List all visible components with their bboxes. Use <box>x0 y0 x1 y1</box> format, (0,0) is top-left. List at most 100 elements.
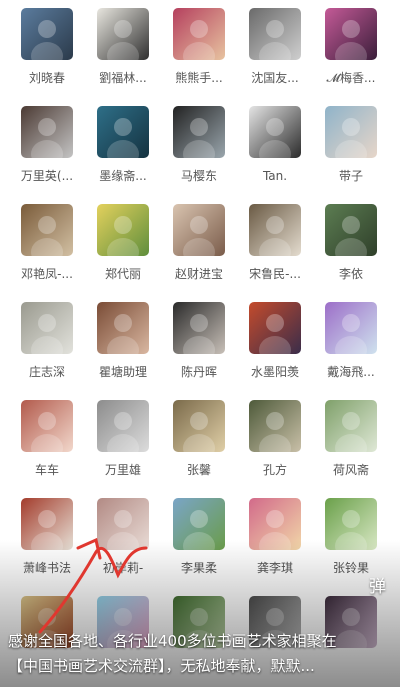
member-item[interactable]: 劉福林... <box>93 8 153 106</box>
member-item[interactable]: 万里雄 <box>93 400 153 498</box>
member-item[interactable]: 张馨 <box>169 400 229 498</box>
member-item[interactable]: 车车 <box>17 400 77 498</box>
avatar[interactable] <box>325 498 377 550</box>
member-name: 陈丹晖 <box>180 365 217 379</box>
avatar-figure-icon <box>259 20 291 60</box>
avatar[interactable] <box>249 8 301 60</box>
avatar[interactable] <box>21 106 73 158</box>
avatar[interactable] <box>249 498 301 550</box>
avatar[interactable] <box>249 106 301 158</box>
avatar[interactable] <box>21 498 73 550</box>
avatar[interactable] <box>97 302 149 354</box>
member-name: 墨缘斋... <box>99 169 147 183</box>
avatar[interactable] <box>249 400 301 452</box>
avatar[interactable] <box>97 400 149 452</box>
member-item[interactable]: 马樱东 <box>169 106 229 204</box>
member-item[interactable]: Tan. <box>245 106 305 204</box>
avatar[interactable] <box>249 302 301 354</box>
member-item[interactable]: 龚李琪 <box>245 498 305 596</box>
member-name: 张馨 <box>186 463 211 477</box>
avatar-figure-icon <box>183 510 215 550</box>
avatar[interactable] <box>325 204 377 256</box>
member-name: 戴海飛... <box>327 365 375 379</box>
avatar-figure-icon <box>107 412 139 452</box>
member-name: 李依 <box>338 267 363 281</box>
avatar[interactable] <box>97 204 149 256</box>
avatar-figure-icon <box>107 510 139 550</box>
member-name: 带子 <box>338 169 363 183</box>
member-item[interactable]: 瞿塘助理 <box>93 302 153 400</box>
member-item[interactable]: 陈丹晖 <box>169 302 229 400</box>
member-item[interactable]: 李依 <box>321 204 381 302</box>
member-grid: 刘晓春 劉福林... 熊熊手... 沈国友... 𝓜梅香... 万里英(... 墨缘斋...… <box>17 8 381 694</box>
avatar[interactable] <box>97 106 149 158</box>
member-name: 邓艳凤-... <box>21 267 73 281</box>
member-item[interactable]: 李果柔 <box>169 498 229 596</box>
avatar-figure-icon <box>183 412 215 452</box>
avatar[interactable] <box>173 400 225 452</box>
member-item[interactable]: 水墨阳羡 <box>245 302 305 400</box>
member-item[interactable]: 刘晓春 <box>17 8 77 106</box>
danmaku-toggle[interactable]: 弹 <box>369 572 386 597</box>
member-name: 孔方 <box>262 463 287 477</box>
member-name: 萧峰书法 <box>22 561 71 575</box>
avatar[interactable] <box>325 400 377 452</box>
member-name: 沈国友... <box>251 71 299 85</box>
avatar[interactable] <box>325 302 377 354</box>
member-item[interactable]: 戴海飛... <box>321 302 381 400</box>
member-name: 马樱东 <box>180 169 217 183</box>
member-item[interactable]: 初岸莉- <box>93 498 153 596</box>
avatar[interactable] <box>249 204 301 256</box>
member-item[interactable]: 萧峰书法 <box>17 498 77 596</box>
member-item[interactable]: 孔方 <box>245 400 305 498</box>
member-name: 熊熊手... <box>175 71 223 85</box>
member-name: 𝓜梅香... <box>326 71 376 85</box>
avatar-figure-icon <box>107 118 139 158</box>
caption-line-1: 感谢全国各地、各行业400多位书画艺术家相聚在 <box>8 632 337 650</box>
avatar[interactable] <box>21 302 73 354</box>
avatar[interactable] <box>325 8 377 60</box>
avatar[interactable] <box>173 8 225 60</box>
avatar[interactable] <box>21 8 73 60</box>
member-name: 刘晓春 <box>28 71 65 85</box>
member-item[interactable]: 𝓜梅香... <box>321 8 381 106</box>
avatar-figure-icon <box>31 216 63 256</box>
member-item[interactable]: 墨缘斋... <box>93 106 153 204</box>
member-item[interactable]: 带子 <box>321 106 381 204</box>
member-item[interactable]: 沈国友... <box>245 8 305 106</box>
member-name: 郑代丽 <box>104 267 141 281</box>
member-item[interactable]: 邓艳凤-... <box>17 204 77 302</box>
avatar-figure-icon <box>259 510 291 550</box>
avatar[interactable] <box>21 400 73 452</box>
member-item[interactable]: 宋鲁民-... <box>245 204 305 302</box>
avatar[interactable] <box>21 204 73 256</box>
member-name: 瞿塘助理 <box>98 365 147 379</box>
avatar-figure-icon <box>107 20 139 60</box>
member-name: Tan. <box>262 169 288 183</box>
member-name: 赵财进宝 <box>174 267 223 281</box>
avatar-figure-icon <box>183 20 215 60</box>
avatar-figure-icon <box>183 118 215 158</box>
member-item[interactable]: 庄志深 <box>17 302 77 400</box>
avatar[interactable] <box>173 498 225 550</box>
member-item[interactable]: 熊熊手... <box>169 8 229 106</box>
member-name: 庄志深 <box>28 365 65 379</box>
avatar-figure-icon <box>107 314 139 354</box>
member-item[interactable]: 赵财进宝 <box>169 204 229 302</box>
avatar[interactable] <box>173 204 225 256</box>
member-item[interactable]: 郑代丽 <box>93 204 153 302</box>
avatar-figure-icon <box>335 314 367 354</box>
avatar[interactable] <box>173 106 225 158</box>
member-name: 万里雄 <box>104 463 141 477</box>
member-item[interactable]: 荷风斋 <box>321 400 381 498</box>
avatar-figure-icon <box>259 118 291 158</box>
avatar-figure-icon <box>335 216 367 256</box>
avatar-figure-icon <box>183 216 215 256</box>
avatar[interactable] <box>97 498 149 550</box>
avatar[interactable] <box>325 106 377 158</box>
member-name: 宋鲁民-... <box>249 267 301 281</box>
avatar[interactable] <box>173 302 225 354</box>
member-item[interactable]: 万里英(... <box>17 106 77 204</box>
member-name: 初岸莉- <box>102 561 144 575</box>
avatar[interactable] <box>97 8 149 60</box>
